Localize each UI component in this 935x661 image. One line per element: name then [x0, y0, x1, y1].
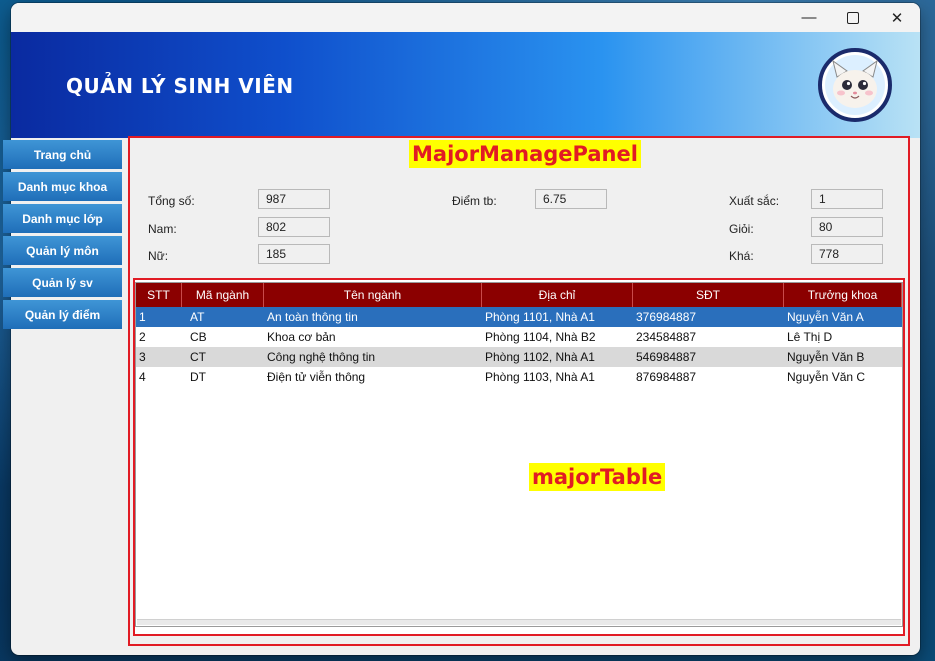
table-cell: Điện tử viễn thông	[267, 370, 366, 384]
total-label: Tổng số:	[148, 194, 195, 208]
sidebar-item-quan-ly-diem[interactable]: Quản lý điểm	[3, 300, 122, 329]
column-header-ten-nganh[interactable]: Tên ngành	[264, 283, 482, 307]
table-cell: 2	[139, 330, 146, 344]
table-cell: 546984887	[636, 350, 697, 364]
fair-label: Khá:	[729, 249, 754, 263]
table-row[interactable]: 1 AT An toàn thông tin Phòng 1101, Nhà A…	[136, 307, 902, 327]
table-cell: Phòng 1102, Nhà A1	[485, 350, 595, 364]
good-field[interactable]: 80	[811, 217, 883, 237]
table-cell: An toàn thông tin	[267, 310, 358, 324]
male-label: Nam:	[148, 222, 177, 236]
column-header-dia-chi[interactable]: Địa chỉ	[482, 283, 633, 307]
sidebar-item-danh-muc-khoa[interactable]: Danh mục khoa	[3, 172, 122, 201]
sidebar-item-danh-muc-lop[interactable]: Danh mục lớp	[3, 204, 122, 233]
title-bar: — ✕	[11, 3, 920, 32]
maximize-button[interactable]	[833, 3, 873, 32]
table-cell: Phòng 1103, Nhà A1	[485, 370, 595, 384]
table-cell: Nguyễn Văn A	[787, 310, 864, 324]
excellent-field[interactable]: 1	[811, 189, 883, 209]
table-cell: 4	[139, 370, 146, 384]
average-score-label: Điểm tb:	[452, 194, 497, 208]
female-label: Nữ:	[148, 249, 169, 263]
app-title: QUẢN LÝ SINH VIÊN	[66, 74, 294, 98]
table-cell: CT	[190, 350, 206, 364]
maximize-icon	[847, 11, 859, 24]
sidebar-item-quan-ly-mon[interactable]: Quản lý môn	[3, 236, 122, 265]
table-cell: CB	[190, 330, 207, 344]
table-cell: Lê Thị D	[787, 330, 833, 344]
male-field[interactable]: 802	[258, 217, 330, 237]
column-header-truong-khoa[interactable]: Trưởng khoa	[784, 283, 902, 307]
excellent-label: Xuất sắc:	[729, 194, 780, 208]
column-header-ma-nganh[interactable]: Mã ngành	[182, 283, 264, 307]
table-cell: 376984887	[636, 310, 697, 324]
table-cell: DT	[190, 370, 206, 384]
table-cell: Phòng 1104, Nhà B2	[485, 330, 596, 344]
fair-field[interactable]: 778	[811, 244, 883, 264]
table-cell: Công nghệ thông tin	[267, 350, 376, 364]
table-annotation-label: majorTable	[529, 463, 666, 491]
table-row[interactable]: 4 DT Điện tử viễn thông Phòng 1103, Nhà …	[136, 367, 902, 387]
column-header-sdt[interactable]: SĐT	[633, 283, 784, 307]
table-header: STT Mã ngành Tên ngành Địa chỉ SĐT Trưởn…	[136, 283, 902, 307]
table-cell: 3	[139, 350, 146, 364]
sidebar-item-quan-ly-sv[interactable]: Quản lý sv	[3, 268, 122, 297]
sidebar-item-trang-chu[interactable]: Trang chủ	[3, 140, 122, 169]
major-table[interactable]: STT Mã ngành Tên ngành Địa chỉ SĐT Trưởn…	[135, 282, 903, 627]
panel-annotation-label: MajorManagePanel	[409, 140, 641, 168]
table-cell: 234584887	[636, 330, 697, 344]
table-cell: AT	[190, 310, 205, 324]
app-header: QUẢN LÝ SINH VIÊN	[11, 32, 920, 138]
column-header-stt[interactable]: STT	[136, 283, 182, 307]
female-field[interactable]: 185	[258, 244, 330, 264]
table-row[interactable]: 2 CB Khoa cơ bản Phòng 1104, Nhà B2 2345…	[136, 327, 902, 347]
horizontal-scrollbar[interactable]	[137, 619, 901, 625]
table-cell: 876984887	[636, 370, 697, 384]
table-cell: 1	[139, 310, 146, 324]
good-label: Giỏi:	[729, 222, 754, 236]
total-field[interactable]: 987	[258, 189, 330, 209]
table-cell: Phòng 1101, Nhà A1	[485, 310, 595, 324]
table-cell: Nguyễn Văn B	[787, 350, 865, 364]
cat-mascot-icon	[818, 48, 892, 122]
minimize-button[interactable]: —	[789, 3, 829, 32]
table-cell: Nguyễn Văn C	[787, 370, 866, 384]
sidebar: Trang chủ Danh mục khoa Danh mục lớp Quả…	[3, 140, 122, 332]
table-row[interactable]: 3 CT Công nghệ thông tin Phòng 1102, Nhà…	[136, 347, 902, 367]
close-button[interactable]: ✕	[877, 3, 917, 32]
table-cell: Khoa cơ bản	[267, 330, 336, 344]
average-score-field[interactable]: 6.75	[535, 189, 607, 209]
